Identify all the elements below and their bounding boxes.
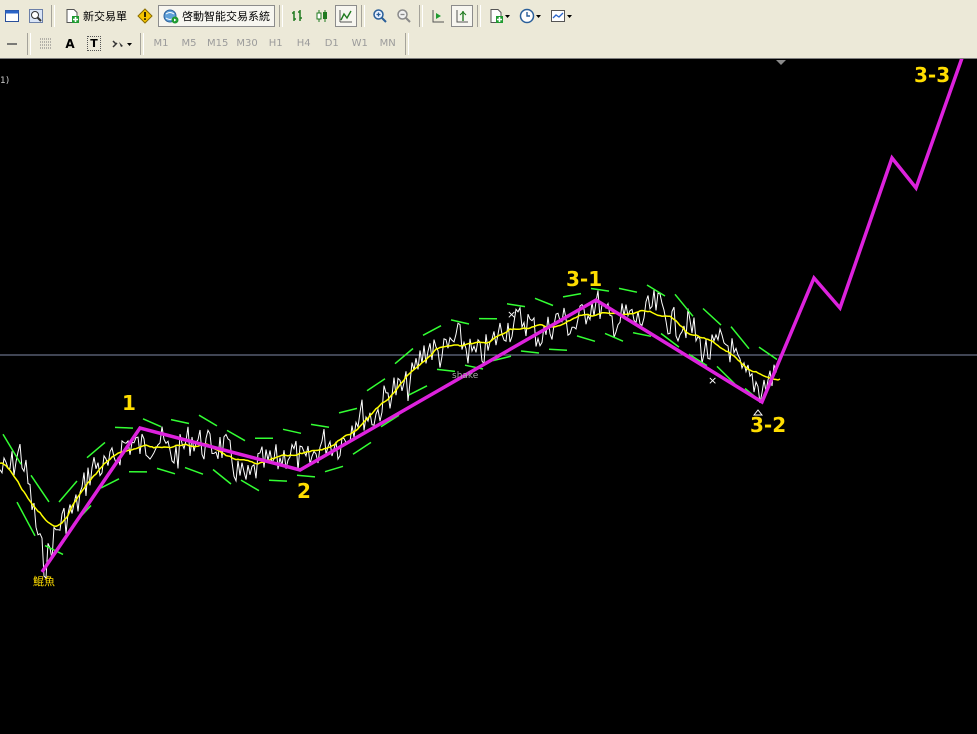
periods-button[interactable] [516,5,545,27]
candlestick-icon [314,8,330,24]
wave-label-1: 1 [122,391,136,415]
chevron-down-icon [535,8,542,24]
text-tool-label: A [65,37,74,51]
bar-chart-button[interactable] [287,5,309,27]
new-order-label: 新交易單 [83,8,127,24]
indicator-side-label: 1) [0,76,9,86]
clock-icon [519,8,535,24]
toolbar-standard: 新交易單 啓動智能交易系統 [0,2,577,29]
chart-canvas[interactable]: × × 1 2 3-1 3-2 3-3 鯤魚 shake [0,59,977,730]
warning-icon [137,8,153,24]
timeframe-m5[interactable]: M5 [176,33,202,55]
wave-label-3-1: 3-1 [566,267,602,291]
band-segment [269,480,287,481]
arrows-icon [110,36,126,52]
toolbar-area: 新交易單 啓動智能交易系統 [0,0,977,59]
auto-scroll-button[interactable] [427,5,449,27]
wave-label-3-3: 3-3 [914,63,950,87]
zoom-in-icon [372,8,388,24]
toolbar-separator [419,5,423,27]
template-icon [550,8,566,24]
expert-advisors-button[interactable]: 啓動智能交易系統 [158,5,275,27]
line-chart-icon [338,8,354,24]
timeframe-m30[interactable]: M30 [233,33,260,55]
vertical-line-icon [4,36,20,52]
timeframe-h4[interactable]: H4 [291,33,317,55]
timeframe-m1[interactable]: M1 [148,33,174,55]
vertical-line-button[interactable] [1,33,23,55]
text-tool-button[interactable]: A [59,33,81,55]
fibonacci-button[interactable] [35,33,57,55]
expert-advisors-icon [163,8,179,24]
timeframe-h1[interactable]: H1 [263,33,289,55]
arrows-button[interactable] [107,33,136,55]
zoom-out-icon [396,8,412,24]
chart-background [0,59,977,730]
text-label-tool-label: T [87,36,101,51]
text-label-tool-button[interactable]: T [83,33,105,55]
auto-scroll-icon [430,8,446,24]
x-marker-icon: × [708,374,717,387]
annotation-shake: shake [452,371,479,381]
timeframe-m15[interactable]: M15 [204,33,231,55]
fibonacci-icon [38,36,54,52]
annotation-start: 鯤魚 [33,575,55,588]
profiles-button[interactable] [25,5,47,27]
chevron-down-icon [566,8,573,24]
magnifier-icon [28,8,44,24]
timeframe-w1[interactable]: W1 [347,33,373,55]
line-chart-button[interactable] [335,5,357,27]
toolbar-separator [477,5,481,27]
toolbar-separator [279,5,283,27]
band-segment [115,427,133,428]
chart-shift-button[interactable] [451,5,473,27]
band-segment [549,349,567,350]
indicators-button[interactable] [485,5,514,27]
chart-shift-icon [454,8,470,24]
wave-label-2: 2 [297,479,311,503]
warning-button[interactable] [134,5,156,27]
add-indicator-icon [488,8,504,24]
zoom-in-button[interactable] [369,5,391,27]
toolbar-separator [405,33,409,55]
expert-advisors-label: 啓動智能交易系統 [182,8,270,24]
toolbar-line-studies: A T M1 M5 M15 M30 H1 H4 D1 W1 MN [0,30,412,57]
zoom-out-button[interactable] [393,5,415,27]
candlestick-button[interactable] [311,5,333,27]
toolbar-separator [140,33,144,55]
toolbar-separator [27,33,31,55]
wave-label-3-2: 3-2 [750,413,786,437]
new-order-icon [64,8,80,24]
new-order-button[interactable]: 新交易單 [59,5,132,27]
chevron-down-icon [126,36,133,52]
timeframe-d1[interactable]: D1 [319,33,345,55]
new-chart-button[interactable] [1,5,23,27]
templates-button[interactable] [547,5,576,27]
timeframe-mn[interactable]: MN [375,33,401,55]
price-chart[interactable]: × × 1 2 3-1 3-2 3-3 鯤魚 shake 1) [0,59,977,730]
x-marker-icon: × [507,308,516,321]
bar-chart-icon [290,8,306,24]
chevron-down-icon [504,8,511,24]
toolbar-separator [361,5,365,27]
window-icon [4,8,20,24]
toolbar-separator [51,5,55,27]
